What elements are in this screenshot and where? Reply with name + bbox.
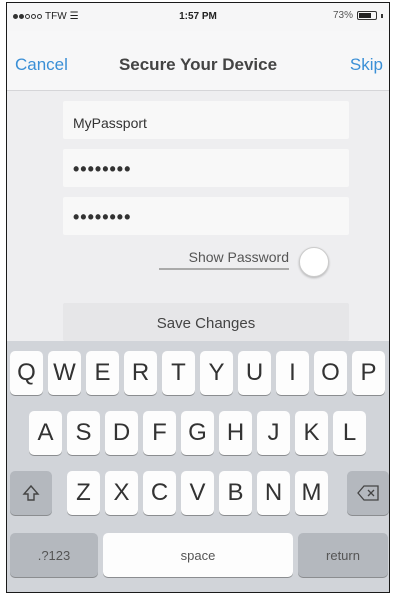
key-d[interactable]: D: [105, 411, 138, 455]
battery-icon: [357, 11, 377, 20]
shift-key[interactable]: [10, 471, 52, 515]
device-name-field[interactable]: MyPassport: [63, 101, 349, 139]
keyboard: Q W E R T Y U I O P A S D F G H J K L Z X C V B N M .?123 space retu…: [7, 341, 389, 592]
key-s[interactable]: S: [67, 411, 100, 455]
numbers-key[interactable]: .?123: [10, 533, 98, 577]
return-key[interactable]: return: [298, 533, 388, 577]
skip-button[interactable]: Skip: [350, 55, 383, 75]
save-changes-button[interactable]: Save Changes: [63, 303, 349, 341]
navigation-bar: Cancel Secure Your Device Skip: [7, 31, 389, 91]
backspace-icon: [357, 485, 379, 501]
key-b[interactable]: B: [219, 471, 252, 515]
key-i[interactable]: I: [276, 351, 309, 395]
status-bar: TFW ☰ 1:57 PM 73%: [7, 3, 389, 31]
key-g[interactable]: G: [181, 411, 214, 455]
key-m[interactable]: M: [295, 471, 328, 515]
key-a[interactable]: A: [29, 411, 62, 455]
battery: 73%: [333, 10, 383, 21]
password-field[interactable]: ••••••••: [63, 149, 349, 187]
key-k[interactable]: K: [295, 411, 328, 455]
key-p[interactable]: P: [352, 351, 385, 395]
confirm-password-field[interactable]: ••••••••: [63, 197, 349, 235]
key-z[interactable]: Z: [67, 471, 100, 515]
page-title: Secure Your Device: [118, 55, 278, 74]
battery-percent: 73%: [332, 10, 353, 21]
key-e[interactable]: E: [86, 351, 119, 395]
show-password-hint: [159, 267, 289, 273]
key-v[interactable]: V: [181, 471, 214, 515]
key-h[interactable]: H: [219, 411, 252, 455]
key-j[interactable]: J: [257, 411, 290, 455]
key-x[interactable]: X: [105, 471, 138, 515]
hint-text-line: [159, 268, 289, 270]
key-u[interactable]: U: [238, 351, 271, 395]
delete-key[interactable]: [347, 471, 389, 515]
key-n[interactable]: N: [257, 471, 290, 515]
key-q[interactable]: Q: [10, 351, 43, 395]
space-key[interactable]: space: [103, 533, 293, 577]
key-t[interactable]: T: [162, 351, 195, 395]
key-r[interactable]: R: [124, 351, 157, 395]
show-password-toggle[interactable]: [299, 247, 329, 277]
key-y[interactable]: Y: [200, 351, 233, 395]
phone-screen: TFW ☰ 1:57 PM 73% Cancel Secure Your Dev…: [6, 2, 390, 593]
key-c[interactable]: C: [143, 471, 176, 515]
key-l[interactable]: L: [333, 411, 366, 455]
status-time: 1:57 PM: [179, 11, 217, 22]
key-w[interactable]: W: [48, 351, 81, 395]
shift-icon: [22, 484, 40, 501]
key-o[interactable]: O: [314, 351, 347, 395]
secure-device-form: MyPassport •••••••• •••••••• Show Passwo…: [7, 91, 389, 341]
show-password-row: Show Password: [63, 241, 349, 291]
show-password-label: Show Password: [188, 249, 289, 265]
key-f[interactable]: F: [143, 411, 176, 455]
